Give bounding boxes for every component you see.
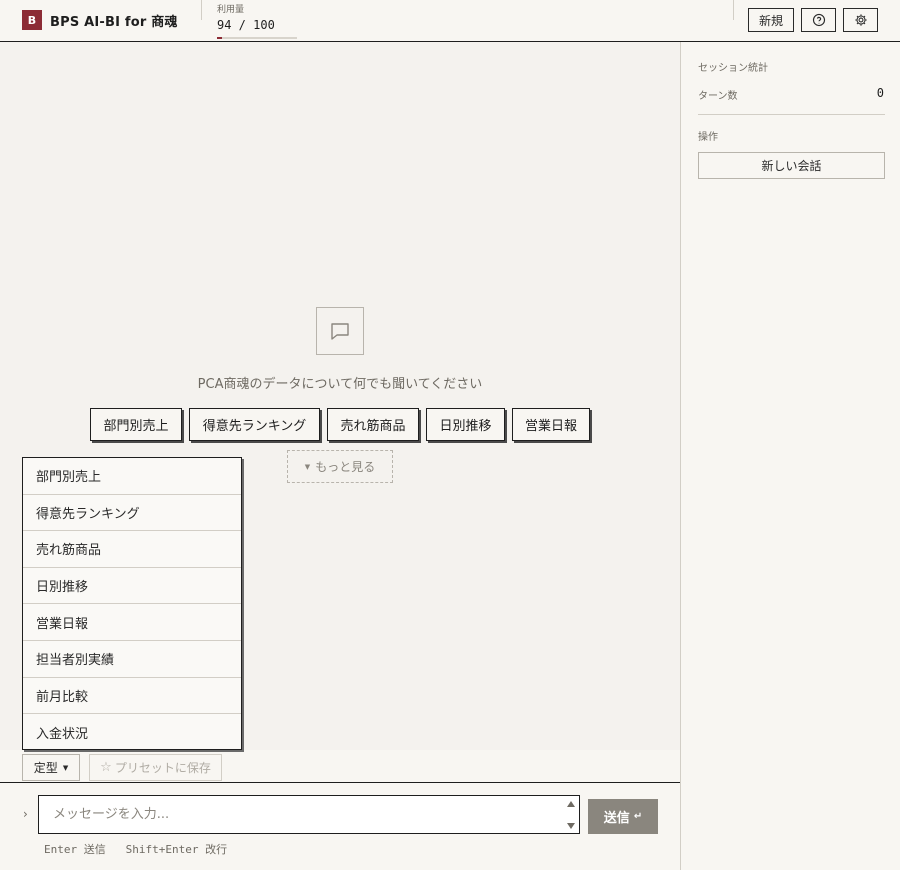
scroll-up-icon[interactable] [566,799,576,809]
chat-bubble-icon [331,323,349,340]
usage-label: 利用量 [217,5,245,15]
operations-title: 操作 [698,132,718,143]
message-input-area: › 送信 ↵ Enter 送信 Shift+Enter 改行 [0,782,680,870]
app-title: BPS AI-BI for 商魂 [50,15,178,30]
header-divider [733,0,734,20]
empty-state-text: PCA商魂のデータについて何でも聞いてください [197,377,483,392]
app-header: B BPS AI-BI for 商魂 利用量 94 / 100 新規 [0,0,900,42]
preset-dropdown-menu: 部門別売上 得意先ランキング 売れ筋商品 日別推移 営業日報 担当者別実績 前月… [22,457,242,750]
turn-count-value: 0 [876,86,884,100]
prompt-caret: › [23,807,28,821]
show-more-button[interactable]: ▼ もっと見る [287,450,393,483]
input-toolbar: 定型 ▼ ☆ プリセットに保存 [0,750,680,782]
save-preset-label: プリセットに保存 [114,761,211,775]
help-button[interactable] [801,8,836,32]
header-divider [201,0,202,20]
show-more-label: もっと見る [315,460,376,474]
side-panel: セッション統計 ターン数 0 操作 新しい会話 [680,42,900,870]
new-conversation-button[interactable]: 新しい会話 [698,152,885,179]
caret-down-icon: ▼ [304,462,311,471]
save-preset-button[interactable]: ☆ プリセットに保存 [89,754,222,781]
caret-down-icon: ▼ [62,763,69,772]
usage-value: 94 / 100 [217,18,275,32]
send-button[interactable]: 送信 ↵ [588,799,658,834]
suggestion-chip[interactable]: 営業日報 [512,408,590,441]
gear-icon [854,14,867,26]
settings-button[interactable] [843,8,878,32]
message-input[interactable] [38,795,580,834]
app-logo: B [22,10,42,30]
dropdown-item[interactable]: 部門別売上 [23,458,241,495]
side-divider [698,114,885,115]
send-label: 送信 [603,811,630,826]
suggestion-chip[interactable]: 日別推移 [426,408,505,441]
dropdown-item[interactable]: 得意先ランキング [23,495,241,532]
scroll-down-icon[interactable] [566,821,576,831]
dropdown-item[interactable]: 前月比較 [23,678,241,715]
turn-count-label: ターン数 [698,91,738,102]
star-icon: ☆ [100,760,112,775]
template-button[interactable]: 定型 ▼ [22,754,80,781]
dropdown-item[interactable]: 入金状況 [23,714,241,751]
keyboard-hint: Enter 送信 Shift+Enter 改行 [44,843,228,856]
empty-state-icon-box [316,307,364,355]
suggestion-chip[interactable]: 部門別売上 [90,408,182,441]
dropdown-item[interactable]: 日別推移 [23,568,241,605]
usage-bar-fill [217,37,222,39]
return-icon: ↵ [633,811,643,822]
dropdown-item[interactable]: 担当者別実績 [23,641,241,678]
dropdown-item[interactable]: 売れ筋商品 [23,531,241,568]
new-button[interactable]: 新規 [748,8,794,32]
template-label: 定型 [33,761,58,775]
suggestion-chip[interactable]: 得意先ランキング [189,408,320,441]
help-icon [812,13,825,27]
suggestion-chip[interactable]: 売れ筋商品 [327,408,419,441]
usage-bar [217,37,297,39]
dropdown-item[interactable]: 営業日報 [23,604,241,641]
session-stats-title: セッション統計 [698,63,768,74]
